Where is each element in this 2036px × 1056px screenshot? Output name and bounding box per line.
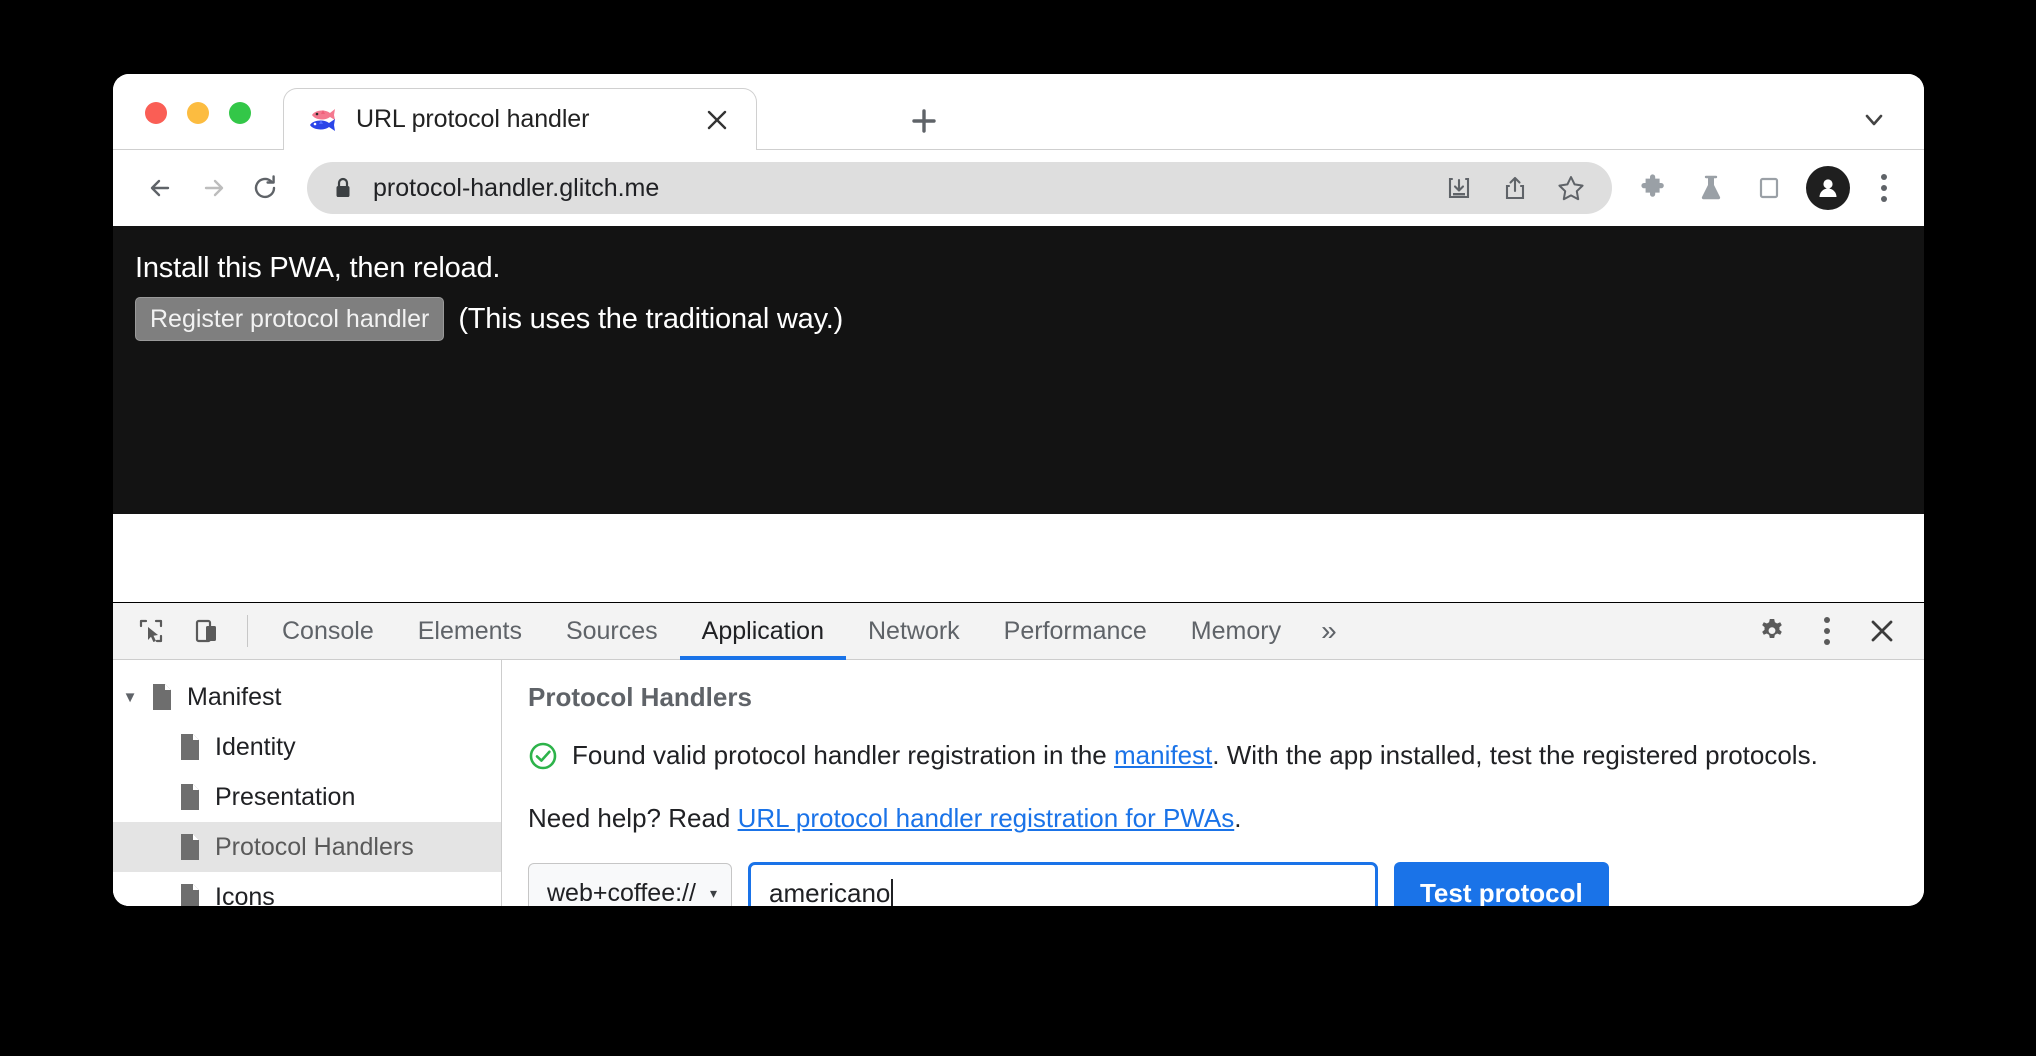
share-icon[interactable] — [1494, 167, 1536, 209]
tab-sources[interactable]: Sources — [544, 603, 680, 659]
protocol-test-row: web+coffee:// ▾ americano Test protocol — [528, 861, 1894, 906]
page-title: Protocol Handlers — [528, 682, 752, 712]
chevron-down-icon: ▾ — [709, 885, 717, 902]
minimize-window-button[interactable] — [187, 102, 209, 124]
help-message: Need help? Read URL protocol handler reg… — [528, 803, 1894, 834]
sidebar-item-icons[interactable]: Icons — [113, 872, 501, 906]
status-message: Found valid protocol handler registratio… — [528, 737, 1894, 781]
register-protocol-handler-button[interactable]: Register protocol handler — [135, 297, 445, 341]
address-bar-url: protocol-handler.glitch.me — [373, 173, 660, 202]
sidebar-item-label: Manifest — [187, 682, 282, 711]
tab-title: URL protocol handler — [356, 105, 590, 133]
screen-root: URL protocol handler protocol-handler.gl… — [0, 0, 2036, 1056]
green-check-circle-icon — [528, 741, 558, 781]
back-arrow-icon[interactable] — [135, 162, 187, 214]
status-text-before: Found valid protocol handler registratio… — [572, 740, 1114, 770]
protocol-handlers-panel: Protocol Handlers Found valid protocol h… — [502, 660, 1924, 906]
three-dot-menu-icon[interactable] — [1866, 167, 1902, 209]
sidebar-item-label: Icons — [215, 882, 275, 907]
page-note: (This uses the traditional way.) — [458, 302, 844, 335]
devtools-panel: Console Elements Sources Application Net… — [113, 602, 1924, 906]
text-cursor — [891, 878, 894, 906]
devtools-sidebar: ▼ Manifest Identity Presentation Protoco… — [113, 660, 502, 906]
puzzle-piece-icon[interactable] — [1632, 167, 1674, 209]
gear-icon[interactable] — [1744, 603, 1800, 659]
forward-arrow-icon[interactable] — [187, 162, 239, 214]
manifest-file-icon — [147, 683, 177, 711]
install-app-icon[interactable] — [1438, 167, 1480, 209]
browser-window: URL protocol handler protocol-handler.gl… — [113, 74, 1924, 906]
tab-memory[interactable]: Memory — [1169, 603, 1303, 659]
page-viewport: Install this PWA, then reload. Register … — [113, 226, 1924, 514]
side-panel-icon[interactable] — [1748, 167, 1790, 209]
devtools-body: ▼ Manifest Identity Presentation Protoco… — [113, 660, 1924, 906]
pwa-docs-link[interactable]: URL protocol handler registration for PW… — [738, 803, 1235, 833]
status-text-after: . With the app installed, test the regis… — [1212, 740, 1818, 770]
help-text-after: . — [1234, 802, 1242, 833]
file-icon — [175, 733, 205, 761]
sidebar-item-label: Presentation — [215, 782, 356, 811]
file-icon — [175, 833, 205, 861]
star-icon[interactable] — [1550, 167, 1592, 209]
sidebar-item-presentation[interactable]: Presentation — [113, 772, 501, 822]
devtools-tabs: Console Elements Sources Application Net… — [260, 603, 1303, 660]
devtools-close-icon[interactable] — [1854, 603, 1910, 659]
tab-performance[interactable]: Performance — [982, 603, 1169, 659]
protocol-scheme-value: web+coffee:// — [547, 879, 696, 906]
page-controls-row: Register protocol handler (This uses the… — [135, 297, 1924, 341]
browser-toolbar: protocol-handler.glitch.me — [113, 150, 1924, 226]
inspect-element-icon[interactable] — [123, 603, 179, 659]
close-icon[interactable] — [700, 103, 734, 137]
protocol-scheme-select[interactable]: web+coffee:// ▾ — [528, 862, 732, 906]
address-bar[interactable]: protocol-handler.glitch.me — [307, 162, 1612, 214]
sidebar-item-manifest[interactable]: ▼ Manifest — [113, 672, 501, 722]
lock-icon — [333, 176, 355, 200]
protocol-path-input[interactable]: americano — [747, 861, 1378, 906]
manifest-link[interactable]: manifest — [1114, 740, 1212, 770]
sidebar-item-label: Protocol Handlers — [215, 832, 414, 861]
protocol-path-value: americano — [768, 878, 891, 906]
chevron-down-icon[interactable] — [1854, 100, 1894, 140]
tab-network[interactable]: Network — [846, 603, 982, 659]
status-message-text: Found valid protocol handler registratio… — [572, 737, 1818, 781]
tab-elements[interactable]: Elements — [396, 603, 544, 659]
address-bar-actions — [1438, 167, 1598, 209]
help-text-before: Need help? Read — [528, 802, 738, 833]
toolbar-divider — [247, 615, 248, 647]
reload-icon[interactable] — [239, 162, 291, 214]
device-toolbar-icon[interactable] — [179, 603, 235, 659]
test-protocol-button[interactable]: Test protocol — [1393, 861, 1609, 906]
new-tab-button[interactable] — [903, 100, 945, 142]
sidebar-item-label: Identity — [215, 732, 296, 761]
browser-tab[interactable]: URL protocol handler — [283, 88, 757, 150]
profile-avatar-icon[interactable] — [1806, 166, 1850, 210]
tab-console[interactable]: Console — [260, 603, 396, 659]
page-heading: Install this PWA, then reload. — [135, 252, 501, 284]
file-icon — [175, 883, 205, 906]
chevron-down-icon[interactable]: ▼ — [113, 689, 147, 706]
more-tabs-icon[interactable]: » — [1303, 603, 1355, 659]
tab-strip: URL protocol handler — [113, 74, 1924, 150]
devtools-three-dot-menu-icon[interactable] — [1806, 603, 1848, 659]
file-icon — [175, 783, 205, 811]
close-window-button[interactable] — [145, 102, 167, 124]
two-fish-icon — [306, 105, 338, 135]
devtools-tab-bar: Console Elements Sources Application Net… — [113, 603, 1924, 660]
toolbar-right-actions — [1632, 166, 1902, 210]
devtools-tabbar-actions — [1713, 603, 1924, 659]
sidebar-item-protocol-handlers[interactable]: Protocol Handlers — [113, 822, 501, 872]
flask-icon[interactable] — [1690, 167, 1732, 209]
window-traffic-lights — [145, 102, 251, 124]
sidebar-item-identity[interactable]: Identity — [113, 722, 501, 772]
tab-application[interactable]: Application — [679, 603, 847, 660]
maximize-window-button[interactable] — [229, 102, 251, 124]
